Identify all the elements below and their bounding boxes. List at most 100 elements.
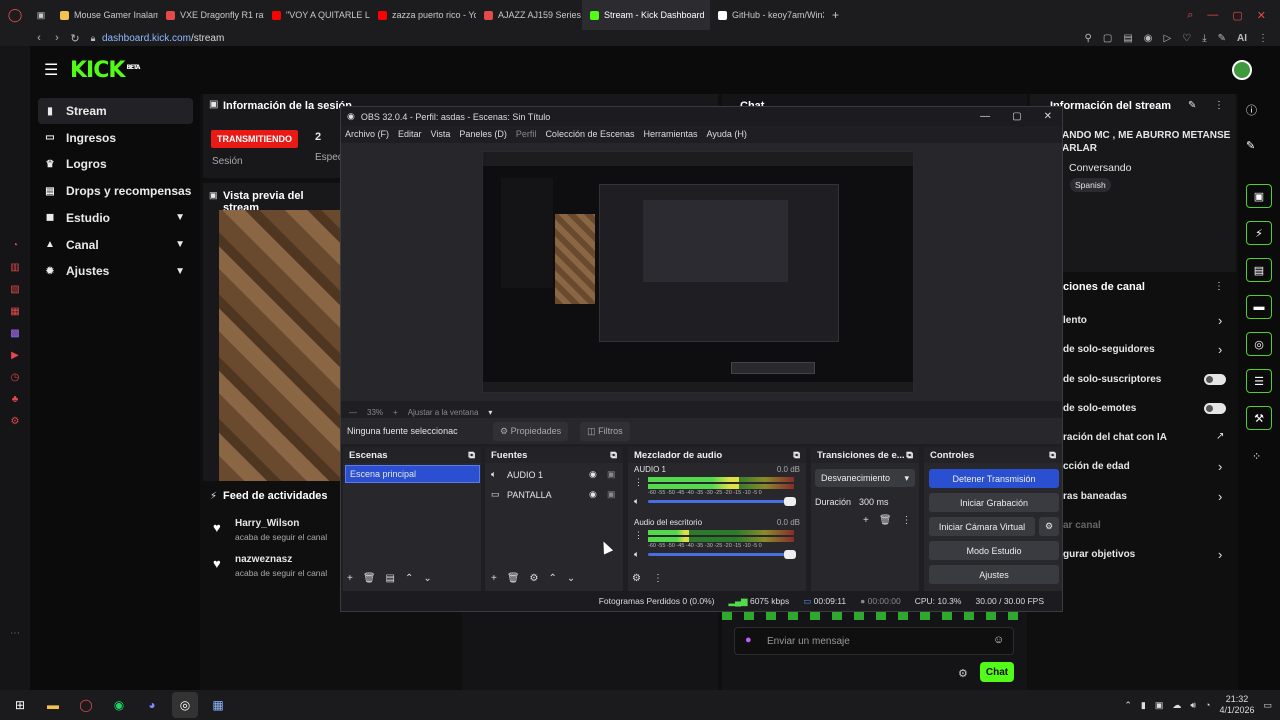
file-explorer-icon[interactable]: ▬	[40, 692, 66, 718]
microphone-icon[interactable]: ●	[745, 634, 752, 646]
tray-cloud-icon[interactable]: ☁	[1172, 700, 1181, 711]
slider-handle[interactable]	[784, 497, 796, 506]
sidebar-settings-icon[interactable]: ⚙	[0, 410, 30, 432]
notifications-icon[interactable]: ▭	[1263, 700, 1272, 711]
properties-button[interactable]: ⚙ Propiedades	[493, 421, 569, 441]
sidebar-store-icon[interactable]: ▥	[0, 256, 30, 278]
sidebar-item-drops-y-recompensas[interactable]: ▤ Drops y recompensas	[38, 178, 193, 204]
toggle-switch[interactable]	[1204, 402, 1226, 414]
play-icon[interactable]: ▷	[1164, 33, 1172, 44]
volume-icon[interactable]: 🔊︎	[1190, 700, 1196, 711]
browser-tab[interactable]: Mouse Gamer Inalambrico	[52, 0, 158, 30]
obs-menu-item[interactable]: Paneles (D)	[459, 129, 507, 139]
moderation-icon[interactable]: ▣	[1246, 184, 1272, 208]
add-transition-icon[interactable]: +	[863, 515, 869, 526]
download-icon[interactable]: ⤓	[1202, 33, 1206, 44]
obs-menu-item[interactable]: Herramientas	[644, 129, 698, 139]
settings-button[interactable]: Ajustes	[929, 565, 1059, 584]
ai-button[interactable]: AI	[1237, 33, 1247, 44]
search-icon[interactable]: ⌕	[1187, 9, 1193, 22]
volume-slider[interactable]	[648, 550, 796, 559]
visibility-icon[interactable]: ◉	[589, 469, 597, 480]
network-icon[interactable]: ◔	[1205, 700, 1210, 710]
sidebar-item-ingresos[interactable]: ▭ Ingresos	[38, 125, 193, 151]
obs-menu-item[interactable]: Editar	[398, 129, 422, 139]
heart-icon[interactable]: ♡	[1182, 33, 1191, 44]
lock-icon[interactable]: ▣	[607, 469, 616, 480]
volume-slider[interactable]	[648, 497, 796, 506]
remove-scene-icon[interactable]: 🗑︎	[363, 573, 376, 584]
sidebar-aria-icon[interactable]: ◔	[0, 234, 30, 256]
mixer-popout-icon[interactable]: ⧉	[793, 450, 800, 461]
tray-app-icon[interactable]: ▣	[1155, 700, 1164, 711]
obs-taskbar-icon[interactable]: ◎	[172, 692, 198, 718]
obs-close-icon[interactable]: ✕	[1044, 111, 1052, 122]
obs-menu-item[interactable]: Perfil	[516, 129, 537, 139]
stop-streaming-button[interactable]: Detener Transmisión	[929, 469, 1059, 488]
channel-more-icon[interactable]: ⋮	[634, 530, 643, 541]
forward-icon[interactable]: ›	[48, 32, 66, 44]
sidebar-player-icon[interactable]: ▶	[0, 344, 30, 366]
broadcast-icon[interactable]: ◎	[1246, 332, 1272, 356]
stream-info-more-icon[interactable]: ⋮	[1214, 100, 1224, 111]
volume-icon[interactable]: 🔈︎	[634, 496, 639, 507]
scene-filters-icon[interactable]: ▤	[386, 573, 395, 584]
sidebar-ext-icon[interactable]: ♣	[0, 388, 30, 410]
stream-category[interactable]: Conversando	[1069, 162, 1131, 174]
sidebar-item-estudio[interactable]: ◼ Estudio ▼	[38, 205, 193, 231]
mixer-more-icon[interactable]: ⋮	[653, 573, 663, 584]
avatar[interactable]	[1232, 60, 1252, 80]
sidebar-item-logros[interactable]: ♛ Logros	[38, 151, 193, 177]
stream-preview-video[interactable]	[219, 210, 340, 481]
sidebar-item-ajustes[interactable]: ✹ Ajustes ▼	[38, 258, 193, 284]
toggle-switch[interactable]	[1204, 373, 1226, 385]
emoji-icon[interactable]: ☺	[993, 634, 1004, 646]
obs-preview-canvas[interactable]	[482, 151, 914, 393]
transition-select[interactable]: Desvanecimiento ▾	[815, 469, 915, 487]
info-circle-icon[interactable]: ⓘ	[1246, 102, 1257, 118]
queue-icon[interactable]: ☰	[1246, 369, 1272, 393]
opera-menu-icon[interactable]: ◯	[0, 0, 30, 30]
obs-minimize-icon[interactable]: —	[980, 111, 990, 122]
obs-menu-item[interactable]: Ayuda (H)	[707, 129, 747, 139]
sidebar-item-stream[interactable]: ▮ Stream	[38, 98, 193, 124]
boost-icon[interactable]: ⚡︎	[1246, 221, 1272, 245]
source-item[interactable]: 🔈︎ AUDIO 1 ◉ ▣	[489, 467, 619, 487]
browser-tab[interactable]: "VOY A QUITARLE LOS HU	[264, 0, 370, 30]
workspaces-icon[interactable]: ▣	[30, 0, 52, 30]
add-scene-icon[interactable]: +	[347, 573, 353, 584]
zoom-in-icon[interactable]: +	[393, 408, 398, 417]
clock[interactable]: 21:32 4/1/2026	[1219, 694, 1254, 716]
add-source-icon[interactable]: +	[491, 573, 497, 584]
minimize-icon[interactable]: —	[1207, 9, 1218, 22]
browser-tab[interactable]: zazza puerto rico - YouTu	[370, 0, 476, 30]
hamburger-icon[interactable]: ☰	[44, 60, 58, 80]
obs-menu-item[interactable]: Colección de Escenas	[545, 129, 634, 139]
pencil-icon[interactable]: ✎	[1246, 139, 1255, 152]
source-down-icon[interactable]: ⌄	[567, 573, 575, 584]
visibility-icon[interactable]: ◉	[589, 489, 597, 500]
kick-logo[interactable]: KICK BETA	[70, 58, 140, 83]
chat-send-button[interactable]: Chat	[980, 662, 1014, 682]
obs-menu-item[interactable]: Archivo (F)	[345, 129, 389, 139]
zoom-out-icon[interactable]: —	[349, 408, 357, 417]
channel-actions-more-icon[interactable]: ⋮	[1214, 281, 1224, 292]
filters-button[interactable]: ◫ Filtros	[580, 421, 630, 441]
new-tab-icon[interactable]: +	[824, 0, 847, 30]
restore-icon[interactable]: ▢	[1232, 9, 1242, 22]
activity-user[interactable]: Harry_Wilson	[235, 518, 299, 529]
remove-transition-icon[interactable]: 🗑︎	[879, 515, 892, 526]
bookmark-icon[interactable]: ▢	[1103, 33, 1112, 44]
lock-icon[interactable]: ▣	[607, 489, 616, 500]
source-settings-icon[interactable]: ⚙	[530, 573, 539, 584]
move-down-icon[interactable]: ⌄	[423, 573, 431, 584]
back-icon[interactable]: ‹	[30, 32, 48, 44]
windows-start-icon[interactable]: ⊞	[7, 692, 33, 718]
zoom-dropdown-icon[interactable]: ▾	[488, 408, 492, 417]
fit-window-label[interactable]: Ajustar a la ventana	[408, 408, 479, 417]
transition-more-icon[interactable]: ⋮	[902, 515, 912, 526]
pin-icon[interactable]: ⚲	[1085, 33, 1092, 44]
browser-tab[interactable]: AJAZZ AJ159 Series Drive	[476, 0, 582, 30]
duration-value[interactable]: 300 ms	[859, 497, 889, 507]
scenes-popout-icon[interactable]: ⧉	[468, 450, 475, 461]
